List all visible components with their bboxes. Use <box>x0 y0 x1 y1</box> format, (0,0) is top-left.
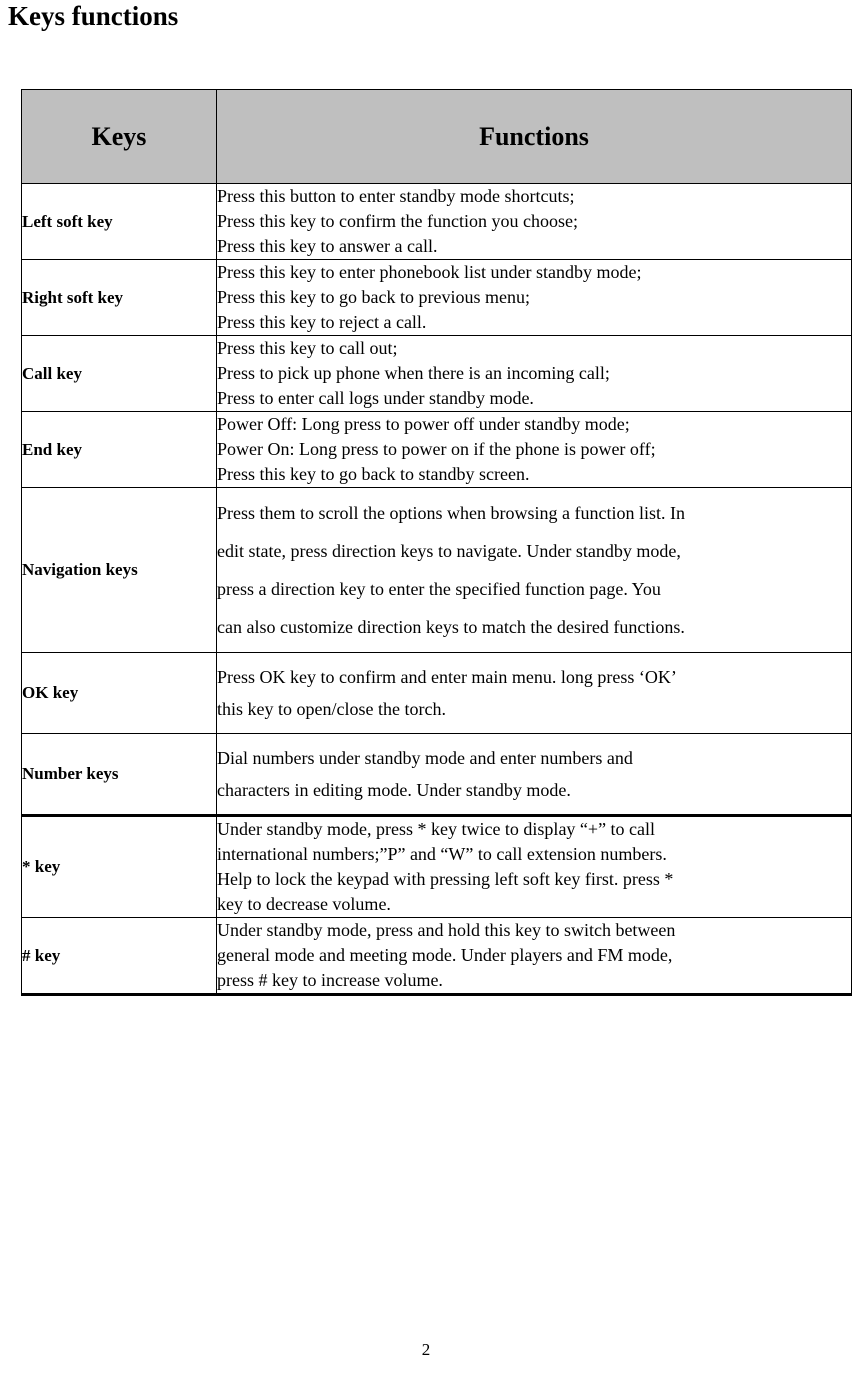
function-line: Power Off: Long press to power off under… <box>217 414 630 434</box>
column-header-keys: Keys <box>21 89 217 184</box>
column-header-functions: Functions <box>216 89 852 184</box>
function-line: Press this key to call out; <box>217 338 398 358</box>
key-label: * key <box>21 815 217 918</box>
keys-functions-table: Keys Functions Left soft key Press this … <box>21 89 852 996</box>
function-line: Press this button to enter standby mode … <box>217 186 575 206</box>
key-label: End key <box>21 411 217 488</box>
function-description: Dial numbers under standby mode and ente… <box>216 733 852 817</box>
function-line: Press to pick up phone when there is an … <box>217 363 610 383</box>
function-line: Dial numbers under standby mode and ente… <box>217 748 633 768</box>
function-description: Press OK key to confirm and enter main m… <box>216 652 852 734</box>
table-row: Call key Press this key to call out; Pre… <box>21 335 852 412</box>
key-label: OK key <box>21 652 217 734</box>
table-row: # key Under standby mode, press and hold… <box>21 917 852 996</box>
document-page: Keys functions Keys Functions Left soft … <box>0 0 852 1375</box>
function-description: Power Off: Long press to power off under… <box>216 411 852 488</box>
table-body: Left soft key Press this button to enter… <box>21 183 852 996</box>
function-line: Press them to scroll the options when br… <box>217 503 685 523</box>
function-line: Press to enter call logs under standby m… <box>217 388 534 408</box>
table-row: Left soft key Press this button to enter… <box>21 183 852 260</box>
key-label: Call key <box>21 335 217 412</box>
function-description: Under standby mode, press * key twice to… <box>216 815 852 918</box>
table-header-row: Keys Functions <box>21 89 852 184</box>
function-line: general mode and meeting mode. Under pla… <box>217 945 673 965</box>
function-line: Help to lock the keypad with pressing le… <box>217 869 674 889</box>
key-label: Right soft key <box>21 259 217 336</box>
function-line: this key to open/close the torch. <box>217 699 446 719</box>
function-line: Under standby mode, press and hold this … <box>217 920 676 940</box>
function-line: Press this key to answer a call. <box>217 236 438 256</box>
function-line: international numbers;”P” and “W” to cal… <box>217 844 667 864</box>
function-line: can also customize direction keys to mat… <box>217 617 685 637</box>
function-line: Power On: Long press to power on if the … <box>217 439 656 459</box>
table-row: Right soft key Press this key to enter p… <box>21 259 852 336</box>
table-header: Keys Functions <box>21 89 852 184</box>
page-number: 2 <box>421 1340 431 1359</box>
key-label: Number keys <box>21 733 217 817</box>
key-label: Left soft key <box>21 183 217 260</box>
table-row: Navigation keys Press them to scroll the… <box>21 487 852 653</box>
table-row: End key Power Off: Long press to power o… <box>21 411 852 488</box>
table-row: OK key Press OK key to confirm and enter… <box>21 652 852 734</box>
function-description: Press this button to enter standby mode … <box>216 183 852 260</box>
function-line: Press this key to go back to standby scr… <box>217 464 530 484</box>
function-description: Press them to scroll the options when br… <box>216 487 852 653</box>
function-description: Under standby mode, press and hold this … <box>216 917 852 996</box>
key-label: Navigation keys <box>21 487 217 653</box>
function-line: edit state, press direction keys to navi… <box>217 541 681 561</box>
function-line: Press OK key to confirm and enter main m… <box>217 667 677 687</box>
page-title: Keys functions <box>8 1 179 31</box>
function-line: Under standby mode, press * key twice to… <box>217 819 656 839</box>
function-description: Press this key to call out; Press to pic… <box>216 335 852 412</box>
function-line: press # key to increase volume. <box>217 970 443 990</box>
function-line: key to decrease volume. <box>217 894 391 914</box>
function-line: press a direction key to enter the speci… <box>217 579 661 599</box>
function-line: Press this key to go back to previous me… <box>217 287 530 307</box>
key-label: # key <box>21 917 217 996</box>
table-row: * key Under standby mode, press * key tw… <box>21 815 852 918</box>
function-line: Press this key to confirm the function y… <box>217 211 578 231</box>
function-line: Press this key to enter phonebook list u… <box>217 262 642 282</box>
function-line: characters in editing mode. Under standb… <box>217 780 571 800</box>
function-line: Press this key to reject a call. <box>217 312 427 332</box>
table-row: Number keys Dial numbers under standby m… <box>21 733 852 817</box>
function-description: Press this key to enter phonebook list u… <box>216 259 852 336</box>
